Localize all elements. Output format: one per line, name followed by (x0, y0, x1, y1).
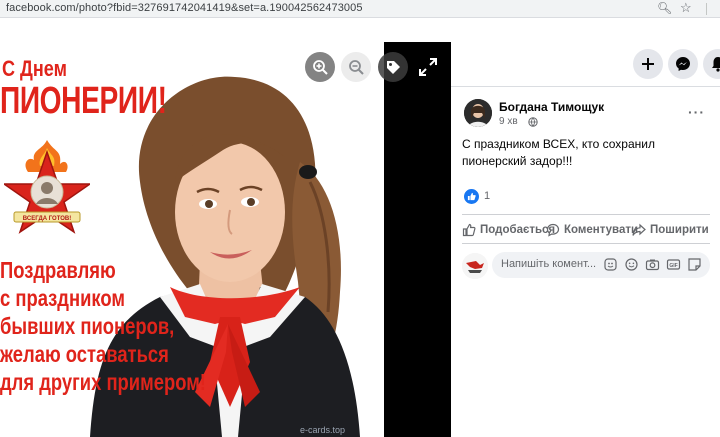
post-panel: Богдана Тимощук 9 хв ··· С праздником ВС… (451, 42, 720, 437)
star-icon[interactable]: ☆ (680, 0, 692, 16)
zoom-out-icon (349, 60, 364, 75)
tag-icon (387, 61, 400, 74)
messenger-button[interactable] (668, 49, 698, 79)
zoom-out-button[interactable] (341, 52, 371, 82)
zoom-in-button[interactable] (305, 52, 335, 82)
notifications-icon (712, 57, 720, 72)
greeting-line: для других примером! (0, 369, 206, 395)
comment-placeholder: Напишіть комент... (501, 258, 597, 270)
divider (462, 214, 710, 215)
divider (462, 243, 710, 244)
greeting-line: с праздником (0, 285, 125, 311)
poster-heading-line2: ПИОНЕРИИ! (0, 80, 167, 122)
like-label: Подобається (480, 224, 556, 236)
more-options-icon[interactable]: ··· (688, 104, 705, 120)
badge-text: ВСЕГДА ГОТОВ! (23, 216, 71, 222)
camera-icon[interactable] (645, 257, 660, 272)
fullscreen-icon[interactable] (417, 56, 439, 78)
avatar-sticker-icon[interactable] (603, 257, 618, 272)
like-reaction-icon[interactable] (464, 189, 479, 204)
globe-icon (528, 117, 538, 127)
comment-tools: GIF (603, 257, 702, 272)
plus-icon (642, 58, 654, 70)
url-text[interactable]: facebook.com/photo?fbid=327691742041419&… (6, 2, 363, 14)
post-text: С праздником ВСЕХ, кто сохранил пионерск… (462, 137, 655, 168)
comment-label: Коментувати (564, 224, 639, 236)
like-count[interactable]: 1 (484, 190, 490, 202)
poster-greeting: Поздравляю с праздником бывших пионеров,… (0, 256, 206, 396)
greeting-line: бывших пионеров, (0, 313, 175, 339)
avatar-image (462, 253, 488, 279)
watermark: e-cards.top (300, 425, 346, 435)
comment-input[interactable]: Напишіть комент... GIF (492, 252, 710, 278)
greeting-line: Поздравляю (0, 257, 116, 283)
zoom-in-icon (313, 60, 328, 75)
magnifier-icon[interactable]: 🔍︎ (657, 1, 672, 15)
share-button[interactable]: Поширити (632, 220, 709, 240)
messenger-icon (676, 57, 690, 71)
pioneer-badge: ВСЕГДА ГОТОВ! (4, 140, 90, 234)
divider (706, 3, 707, 15)
photo-viewer: С Днем ПИОНЕРИИ! ВСЕГДА ГОТОВ! Поздравля… (0, 42, 451, 437)
comment-button[interactable]: Коментувати (546, 220, 638, 240)
current-user-avatar[interactable] (462, 253, 488, 279)
tag-photo-button[interactable] (378, 52, 408, 82)
avatar-image (464, 99, 492, 127)
like-button[interactable]: Подобається (462, 220, 555, 240)
share-label: Поширити (650, 224, 709, 236)
address-bar[interactable]: facebook.com/photo?fbid=327691742041419&… (0, 0, 720, 18)
poster-heading-line1: С Днем (2, 56, 67, 81)
gif-icon[interactable]: GIF (666, 257, 681, 272)
thumbs-up-icon (462, 223, 476, 237)
greeting-line: желаю оставаться (0, 341, 169, 367)
comment-icon (546, 223, 560, 237)
svg-text:GIF: GIF (669, 263, 677, 269)
create-button[interactable] (633, 49, 663, 79)
emoji-icon[interactable] (624, 257, 639, 272)
sticker-icon[interactable] (687, 257, 702, 272)
notifications-button[interactable] (703, 49, 720, 79)
share-icon (632, 223, 646, 236)
photo: С Днем ПИОНЕРИИ! ВСЕГДА ГОТОВ! Поздравля… (0, 42, 384, 437)
divider (451, 86, 720, 87)
author-avatar[interactable] (464, 99, 492, 127)
author-name[interactable]: Богдана Тимощук (499, 100, 604, 114)
post-time[interactable]: 9 хв (499, 116, 518, 127)
